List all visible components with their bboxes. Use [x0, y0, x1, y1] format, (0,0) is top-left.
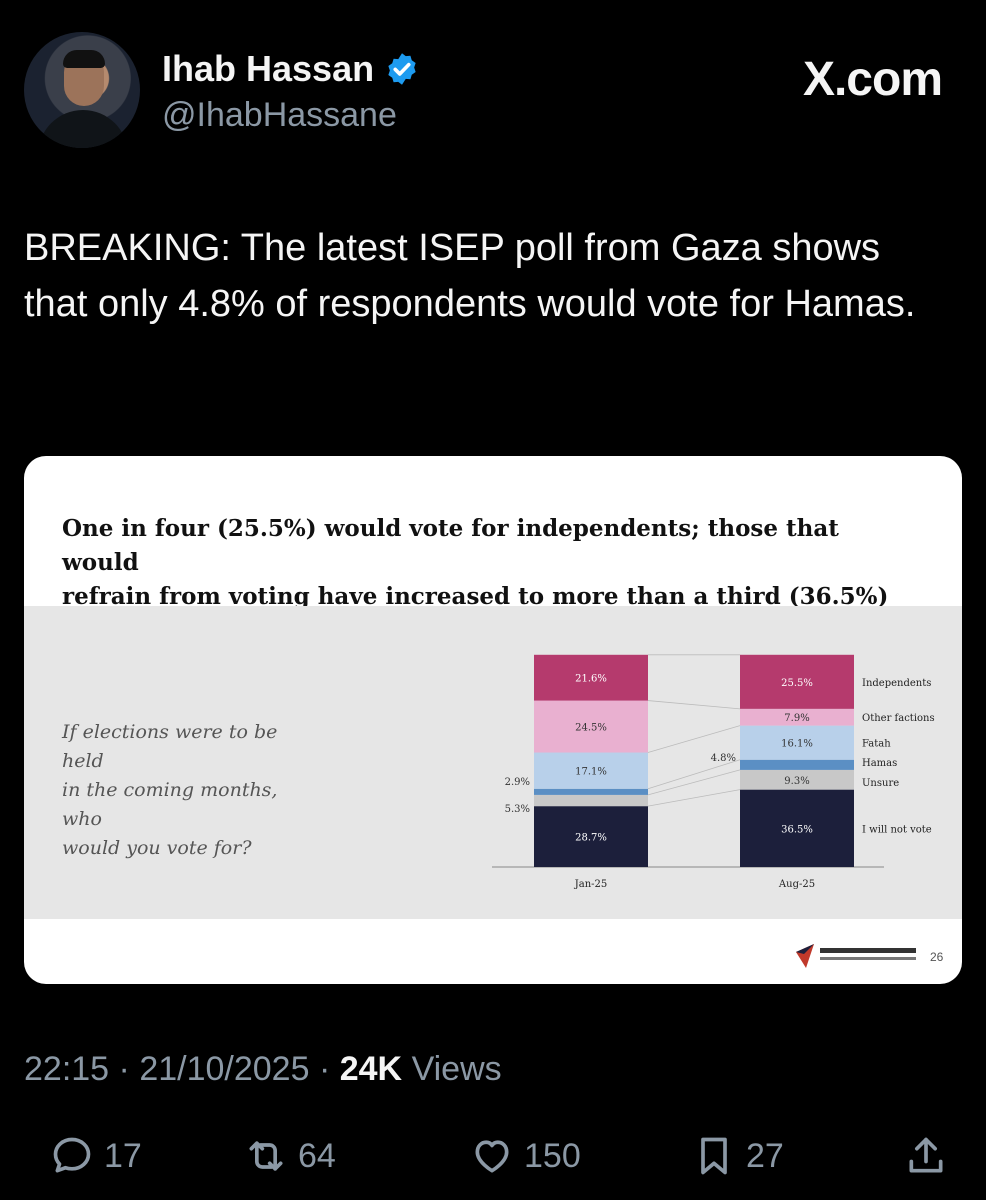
tweet-time[interactable]: 22:15 — [24, 1050, 109, 1088]
legend-label-other-factions: Other factions — [862, 713, 935, 724]
verified-badge-icon — [388, 53, 416, 85]
author-avatar[interactable] — [24, 32, 140, 148]
value-label-hamas-aug-25: 4.8% — [711, 753, 736, 764]
poll-question-line-3: would you vote for? — [62, 837, 252, 859]
value-label-hamas-jan-25: 2.9% — [505, 777, 530, 788]
poll-question-line-2: in the coming months, who — [62, 779, 278, 830]
value-label-i-will-not-vote-aug-25: 36.5% — [781, 824, 813, 835]
value-label-fatah-jan-25: 17.1% — [575, 767, 607, 778]
connector-other-factions — [647, 700, 741, 710]
value-label-i-will-not-vote-jan-25: 28.7% — [575, 833, 607, 844]
card-title: One in four (25.5%) would vote for indep… — [62, 512, 922, 614]
bar-segment-hamas-jan-25 — [534, 788, 648, 795]
x-tick-label-jan-25: Jan-25 — [574, 879, 608, 890]
repost-button[interactable]: 64 — [244, 1134, 336, 1178]
author-handle[interactable]: @IhabHassane — [162, 96, 397, 135]
poll-question-line-1: If elections were to be held — [62, 721, 278, 772]
card-title-line-1: One in four (25.5%) would vote for indep… — [62, 515, 839, 576]
poll-question: If elections were to be held in the comi… — [62, 718, 322, 863]
connector-i-will-not-vote — [647, 789, 741, 807]
views-label: Views — [411, 1050, 502, 1088]
value-label-fatah-aug-25: 16.1% — [781, 739, 813, 750]
isep-logo — [796, 944, 916, 968]
tweet-date[interactable]: 21/10/2025 — [139, 1050, 309, 1088]
brand-watermark: X.com — [802, 53, 943, 106]
page-number: 26 — [930, 950, 944, 964]
legend-label-independents: Independents — [862, 678, 931, 689]
tweet-image-card[interactable]: One in four (25.5%) would vote for indep… — [24, 456, 962, 984]
value-label-other-factions-jan-25: 24.5% — [575, 723, 607, 734]
bookmark-count: 27 — [746, 1136, 784, 1175]
action-bar: 17 64 150 27 — [0, 1134, 986, 1184]
bar-segment-hamas-aug-25 — [740, 759, 854, 770]
reply-count: 17 — [104, 1136, 142, 1175]
share-button[interactable] — [904, 1134, 958, 1178]
stacked-bar-chart: Jan-25 Aug-25 28.7% 36.5% 5.3% 9.3% 2.9% 4.8% 17… — [492, 654, 935, 890]
value-label-unsure-jan-25: 5.3% — [505, 804, 530, 815]
legend-label-fatah: Fatah — [862, 739, 891, 750]
connector-fatah — [647, 725, 741, 753]
bookmark-icon — [701, 1137, 727, 1175]
like-count: 150 — [524, 1136, 581, 1175]
bookmark-button[interactable]: 27 — [692, 1134, 784, 1178]
chart-panel: If elections were to be held in the comi… — [24, 606, 962, 919]
share-icon — [909, 1137, 943, 1173]
value-label-independents-aug-25: 25.5% — [781, 678, 813, 689]
x-tick-label-aug-25: Aug-25 — [778, 879, 815, 890]
reply-button[interactable]: 17 — [50, 1134, 142, 1178]
bar-segment-unsure-jan-25 — [534, 794, 648, 807]
repost-icon — [249, 1141, 283, 1171]
tweet-meta: 22:15 · 21/10/2025 · 24K Views — [24, 1050, 502, 1088]
connector-unsure — [647, 769, 741, 796]
views-count: 24K — [339, 1050, 403, 1088]
connector-hamas — [647, 759, 741, 790]
reply-icon — [53, 1137, 91, 1173]
value-label-unsure-aug-25: 9.3% — [784, 776, 809, 787]
like-button[interactable]: 150 — [470, 1134, 581, 1178]
legend-label-hamas: Hamas — [862, 758, 897, 769]
author-name[interactable]: Ihab Hassan — [162, 48, 374, 90]
tweet-text: BREAKING: The latest ISEP poll from Gaza… — [24, 227, 916, 325]
legend-label-unsure: Unsure — [862, 778, 899, 789]
value-label-independents-jan-25: 21.6% — [575, 674, 607, 685]
repost-count: 64 — [298, 1136, 336, 1175]
heart-icon — [475, 1140, 509, 1173]
legend-label-i-will-not-vote: I will not vote — [862, 824, 932, 835]
value-label-other-factions-aug-25: 7.9% — [784, 713, 809, 724]
